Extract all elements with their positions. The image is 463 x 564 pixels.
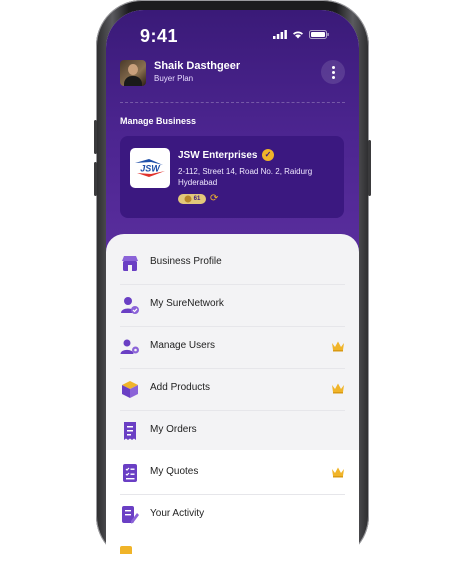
crown-icon [332,383,344,394]
more-options-button[interactable] [321,60,345,84]
verified-badge-icon: ✓ [262,149,274,161]
header-divider [120,102,345,103]
status-bar: 9:41 [106,24,359,48]
menu-item-my-surenetwork[interactable]: My SureNetwork [120,284,345,327]
crown-icon [332,341,344,352]
jsw-logo-icon: JSW [135,159,165,177]
kebab-dot [331,65,335,69]
business-badges: 61 ⟳ [178,194,218,204]
coin-icon [184,195,192,203]
battery-icon [309,30,329,39]
users-gear-icon [120,339,139,354]
menu-label: My Orders [150,424,197,435]
menu-label: My Quotes [150,466,199,477]
menu-item-business-profile[interactable]: Business Profile [120,242,345,285]
store-icon [122,256,138,271]
avatar[interactable] [120,60,146,86]
menu-item-your-activity[interactable]: Your Activity [120,494,345,536]
business-name: JSW Enterprises [178,150,258,161]
business-card[interactable]: JSW JSW Enterprises ✓ 2-112, Street 14, … [120,136,344,218]
signal-icon [273,30,287,39]
logo-text: JSW [140,164,161,174]
box-icon [122,381,138,398]
power-button [368,140,371,196]
volume-down-button [94,162,97,196]
business-address: 2-112, Street 14, Road No. 2, Raidurg Hy… [178,167,313,187]
business-logo: JSW [130,148,170,188]
menu-item-manage-users[interactable]: Manage Users [120,326,345,369]
edit-document-icon [122,506,139,524]
user-plan: Buyer Plan [154,74,194,83]
refresh-icon[interactable]: ⟳ [210,194,218,204]
kebab-dot [331,70,335,74]
user-check-icon [121,297,139,314]
status-icons [273,30,329,39]
user-name: Shaik Dasthgeer [154,60,241,72]
menu-label: Your Activity [150,508,205,519]
status-time: 9:41 [140,26,179,46]
menu-item-add-products[interactable]: Add Products [120,368,345,411]
menu-label: Manage Users [150,340,216,351]
screen: 9:41 Shaik Dasthgeer Buyer Plan Manage B… [106,10,359,562]
coin-count: 61 [193,196,201,202]
coin-badge: 61 [178,194,206,204]
menu-item-my-orders[interactable]: My Orders [120,410,345,453]
section-title: Manage Business [120,116,197,126]
kebab-dot [331,75,335,79]
menu-label: My SureNetwork [150,298,224,309]
menu-label: Add Products [150,382,211,393]
volume-up-button [94,120,97,154]
user-header[interactable]: Shaik Dasthgeer Buyer Plan [120,60,345,94]
receipt-icon [124,422,136,440]
wifi-icon [293,31,303,39]
checklist-icon [123,464,137,482]
crown-icon [332,467,344,478]
menu-item-my-quotes[interactable]: My Quotes [120,452,345,495]
menu-label: Business Profile [150,256,222,267]
next-menu-icon [120,546,132,554]
